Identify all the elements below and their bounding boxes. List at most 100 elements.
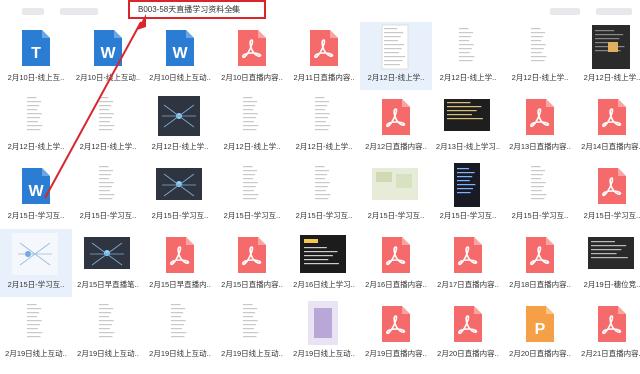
file-name: 2月18日直播内容..	[509, 280, 571, 289]
file-item[interactable]: 2月12日-线上学..	[432, 22, 504, 90]
file-item[interactable]: P 2月20日直播内容..	[504, 298, 576, 366]
file-item[interactable]: 2月19日线上互动..	[288, 298, 360, 366]
file-name: 2月10日-线上互动..	[75, 73, 141, 82]
file-item[interactable]: 2月15日-学习互..	[0, 229, 72, 297]
blurred-path-segment	[22, 8, 44, 15]
svg-text:W: W	[100, 45, 116, 62]
file-item[interactable]: 2月12日-线上学..	[72, 91, 144, 159]
file-name: 2月13日-线上学习..	[435, 142, 501, 151]
file-name: 2月12日-线上学..	[511, 73, 569, 82]
file-name: 2月15日-学习互..	[511, 211, 569, 220]
file-item[interactable]: 2月14日直播内容..	[576, 91, 640, 159]
file-name: 2月19日线上互动..	[293, 349, 355, 358]
file-item[interactable]: 2月15日早直播笔..	[72, 229, 144, 297]
file-item[interactable]: 2月13日直播内容..	[504, 91, 576, 159]
file-item[interactable]: 2月12日直播内容..	[360, 91, 432, 159]
file-name: 2月12日-线上学..	[7, 142, 65, 151]
file-name: 2月10日线上互动..	[149, 73, 211, 82]
file-item[interactable]: T 2月10日-线上互..	[0, 22, 72, 90]
file-name: 2月12日-线上学..	[223, 142, 281, 151]
file-name: 2月12日-线上学..	[583, 73, 640, 82]
file-name: 2月17日直播内容..	[437, 280, 499, 289]
file-name: 2月15日早直播笔..	[77, 280, 139, 289]
file-name: 2月12日-线上学..	[151, 142, 209, 151]
file-item[interactable]: 2月13日-线上学习..	[432, 91, 504, 159]
file-name: 2月13日直播内容..	[509, 142, 571, 151]
file-name: 2月15日-学习互..	[7, 280, 65, 289]
file-item[interactable]: W 2月10日-线上互动..	[72, 22, 144, 90]
file-name: 2月10日直播内容..	[221, 73, 283, 82]
file-name: 2月19日直播内容..	[365, 349, 427, 358]
file-name: 2月19日-穗位竞..	[583, 280, 640, 289]
file-item[interactable]: 2月19日线上互动..	[72, 298, 144, 366]
svg-text:W: W	[28, 183, 44, 200]
file-name: 2月15日直播内容..	[221, 280, 283, 289]
file-name: 2月11日直播内容..	[293, 73, 355, 82]
file-item[interactable]: 2月15日-学习互..	[360, 160, 432, 228]
file-name: 2月15日-学习互..	[439, 211, 497, 220]
file-name: 2月15日-学习互..	[7, 211, 65, 220]
file-item[interactable]: 2月12日-线上学..	[360, 22, 432, 90]
file-item[interactable]: 2月19日线上互动..	[0, 298, 72, 366]
file-item[interactable]: 2月15日-学习互..	[576, 160, 640, 228]
chevron-right-icon[interactable]: >	[229, 2, 234, 17]
file-item[interactable]: 2月15日-学习互..	[432, 160, 504, 228]
top-bar: B003-58天直播学习资料全集 >	[0, 0, 640, 24]
blurred-search	[596, 8, 632, 15]
file-name: 2月15日-学习互..	[151, 211, 209, 220]
file-item[interactable]: 2月21日直播内容..	[576, 298, 640, 366]
file-name: 2月12日-线上学..	[367, 73, 425, 82]
file-item[interactable]: W 2月10日线上互动..	[144, 22, 216, 90]
file-name: 2月15日-学习互..	[367, 211, 425, 220]
svg-text:T: T	[31, 45, 41, 62]
file-name: 2月12日-线上学..	[295, 142, 353, 151]
file-item[interactable]: 2月16日线上学习..	[288, 229, 360, 297]
file-name: 2月10日-线上互..	[7, 73, 65, 82]
file-name: 2月16日直播内容..	[365, 280, 427, 289]
file-name: 2月20日直播内容..	[509, 349, 571, 358]
file-item[interactable]: 2月15日-学习互..	[288, 160, 360, 228]
blurred-path-segment	[60, 8, 98, 15]
svg-text:P: P	[535, 321, 546, 338]
file-item[interactable]: 2月19日线上互动..	[216, 298, 288, 366]
file-item[interactable]: 2月10日直播内容..	[216, 22, 288, 90]
file-item[interactable]: 2月19日线上互动..	[144, 298, 216, 366]
file-name: 2月15日早直播内..	[149, 280, 211, 289]
file-name: 2月20日直播内容..	[437, 349, 499, 358]
file-item[interactable]: 2月19日-穗位竞..	[576, 229, 640, 297]
file-name: 2月21日直播内容..	[581, 349, 640, 358]
file-name: 2月12日直播内容..	[365, 142, 427, 151]
file-item[interactable]: 2月12日-线上学..	[576, 22, 640, 90]
file-name: 2月14日直播内容..	[581, 142, 640, 151]
file-item[interactable]: 2月20日直播内容..	[432, 298, 504, 366]
file-name: 2月15日-学习互..	[79, 211, 137, 220]
file-item[interactable]: W 2月15日-学习互..	[0, 160, 72, 228]
blurred-search	[550, 8, 580, 15]
file-item[interactable]: 2月11日直播内容..	[288, 22, 360, 90]
file-item[interactable]: 2月15日早直播内..	[144, 229, 216, 297]
file-item[interactable]: 2月12日-线上学..	[144, 91, 216, 159]
file-item[interactable]: 2月15日直播内容..	[216, 229, 288, 297]
file-item[interactable]: 2月12日-线上学..	[0, 91, 72, 159]
file-item[interactable]: 2月12日-线上学..	[288, 91, 360, 159]
file-name: 2月19日线上互动..	[149, 349, 211, 358]
file-item[interactable]: 2月15日-学习互..	[504, 160, 576, 228]
file-name: 2月19日线上互动..	[5, 349, 67, 358]
file-item[interactable]: 2月15日-学习互..	[144, 160, 216, 228]
file-item[interactable]: 2月17日直播内容..	[432, 229, 504, 297]
breadcrumb-current-folder[interactable]: B003-58天直播学习资料全集 >	[128, 0, 266, 19]
file-name: 2月19日线上互动..	[221, 349, 283, 358]
file-item[interactable]: 2月12日-线上学..	[216, 91, 288, 159]
file-item[interactable]: 2月12日-线上学..	[504, 22, 576, 90]
file-name: 2月16日线上学习..	[293, 280, 355, 289]
file-item[interactable]: 2月19日直播内容..	[360, 298, 432, 366]
file-name: 2月19日线上互动..	[77, 349, 139, 358]
svg-text:W: W	[172, 45, 188, 62]
file-name: 2月15日-学习互..	[583, 211, 640, 220]
file-item[interactable]: 2月15日-学习互..	[72, 160, 144, 228]
file-name: 2月12日-线上学..	[79, 142, 137, 151]
file-name: 2月15日-学习互..	[223, 211, 281, 220]
file-item[interactable]: 2月15日-学习互..	[216, 160, 288, 228]
file-item[interactable]: 2月18日直播内容..	[504, 229, 576, 297]
file-item[interactable]: 2月16日直播内容..	[360, 229, 432, 297]
